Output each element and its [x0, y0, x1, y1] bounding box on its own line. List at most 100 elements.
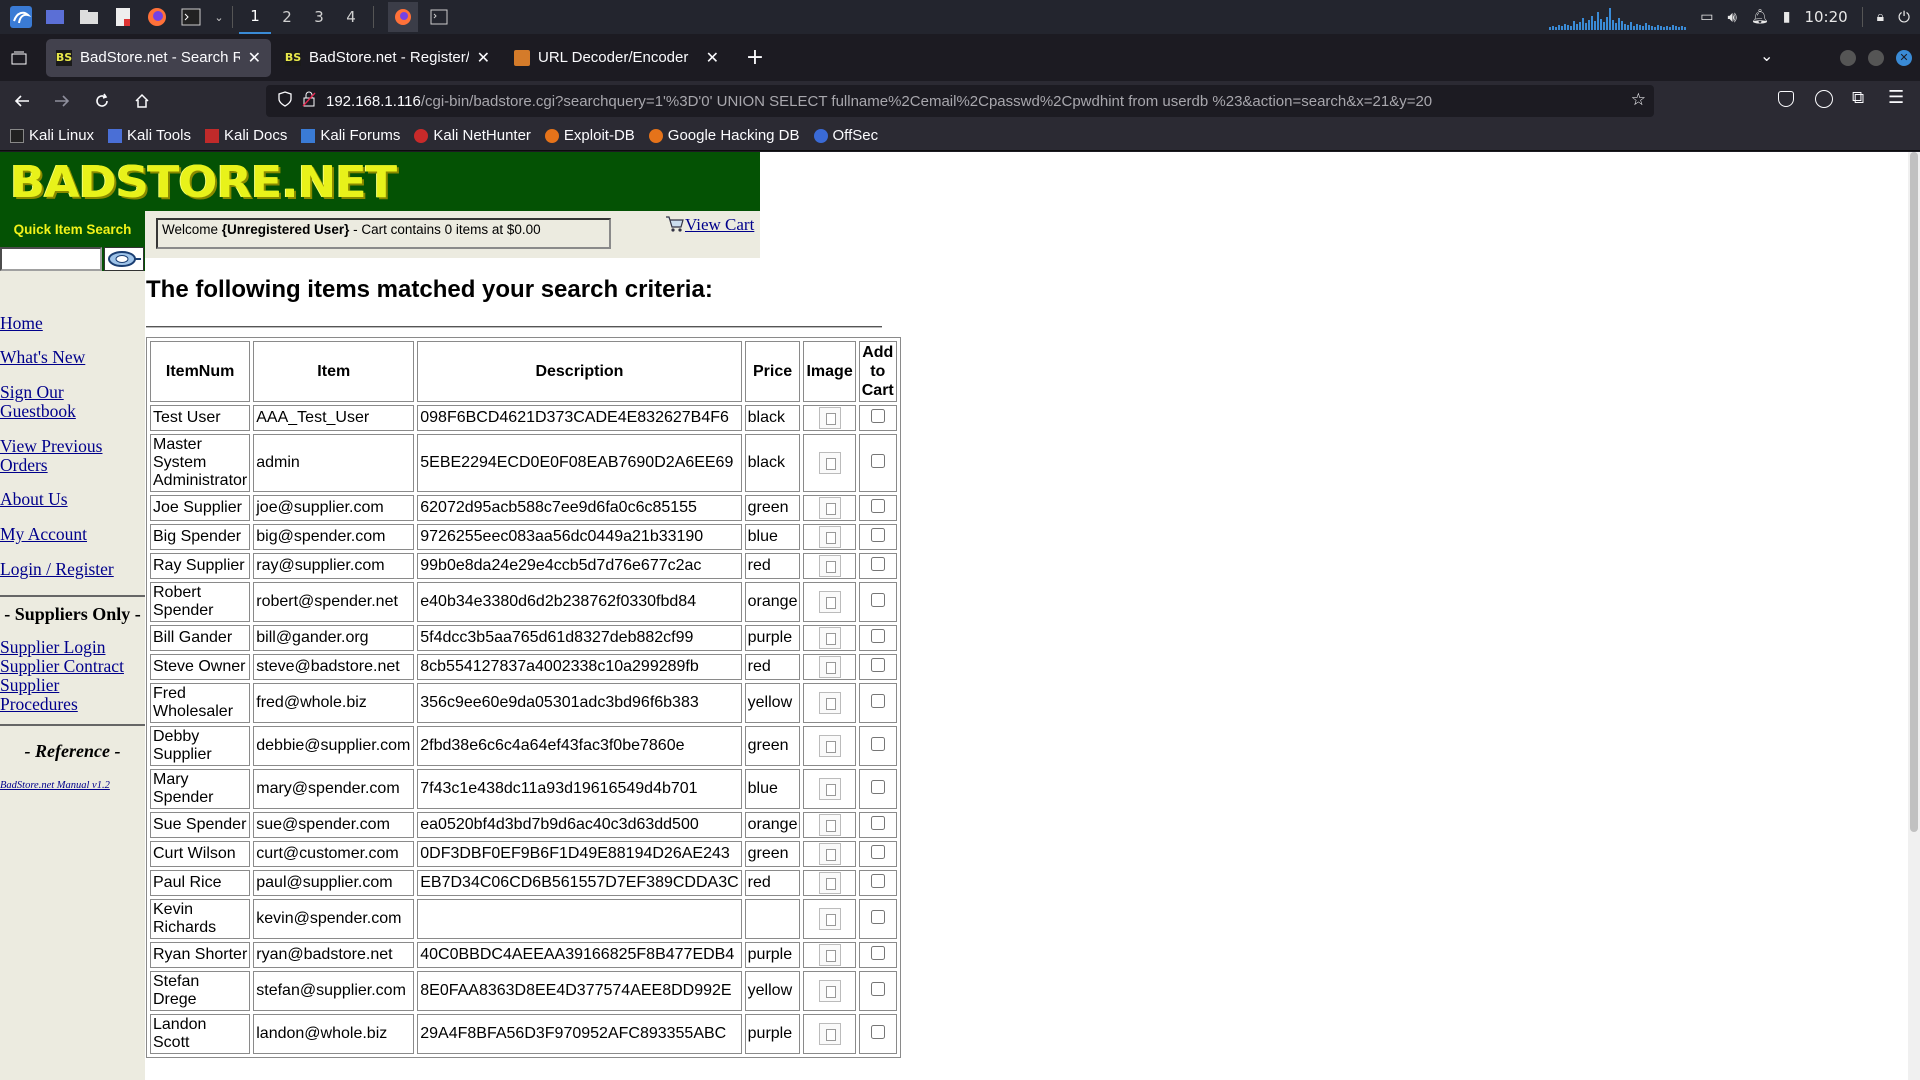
nav-whats-new[interactable]: What's New — [0, 348, 85, 367]
tab-search-results[interactable]: BS BadStore.net - Search Results ✕ — [46, 38, 271, 77]
close-window-button[interactable]: ✕ — [1896, 50, 1912, 66]
bookmark-star-icon[interactable]: ☆ — [1631, 90, 1646, 110]
search-input[interactable] — [0, 247, 102, 271]
scrollbar-thumb[interactable] — [1910, 152, 1918, 832]
pocket-icon[interactable] — [1778, 91, 1794, 107]
page-scrollbar[interactable] — [1908, 152, 1920, 1080]
add-to-cart-checkbox[interactable] — [870, 498, 885, 513]
workspace-3[interactable]: 3 — [303, 0, 335, 34]
nav-home[interactable]: Home — [0, 314, 43, 333]
reload-icon[interactable] — [84, 85, 120, 117]
firefox-window-icon[interactable] — [388, 2, 418, 32]
add-to-cart-checkbox[interactable] — [870, 945, 885, 960]
table-row: Big Spender big@spender.com 9726255eec083a… — [150, 524, 897, 550]
tab-url-decoder[interactable]: URL Decoder/Encoder ✕ — [504, 39, 729, 77]
volume-icon[interactable]: 🔊︎ — [1727, 8, 1736, 26]
cell-add-to-cart — [858, 553, 897, 579]
bookmark-kali-linux[interactable]: Kali Linux — [10, 127, 94, 144]
display-icon[interactable]: ▭ — [1700, 9, 1713, 25]
maximize-button[interactable] — [1868, 50, 1884, 66]
cell-item: joe@supplier.com — [253, 495, 415, 521]
insecure-lock-icon[interactable] — [302, 91, 316, 111]
terminal-window-icon[interactable] — [426, 4, 452, 30]
account-icon[interactable] — [1815, 90, 1833, 108]
bookmark-exploit-db[interactable]: Exploit-DB — [544, 127, 635, 144]
workspace-2[interactable]: 2 — [271, 0, 303, 34]
cell-image — [803, 582, 856, 622]
nav-about-us[interactable]: About Us — [0, 490, 68, 509]
minimize-button[interactable] — [1840, 50, 1856, 66]
add-to-cart-checkbox[interactable] — [870, 815, 885, 830]
nav-login-register[interactable]: Login / Register — [0, 560, 114, 579]
workspace-4[interactable]: 4 — [335, 0, 367, 34]
manual-link[interactable]: BadStore.net Manual v1.2 — [0, 776, 110, 795]
add-to-cart-checkbox[interactable] — [870, 657, 885, 672]
supplier-contract-link[interactable]: Supplier Contract — [0, 657, 124, 676]
terminal-launcher-icon[interactable] — [178, 4, 204, 30]
search-button[interactable] — [104, 247, 144, 271]
power-icon[interactable]: ⏻ — [1898, 8, 1910, 26]
battery-icon[interactable]: ▮ — [1783, 9, 1791, 25]
back-arrow-icon[interactable] — [4, 85, 40, 117]
lock-icon[interactable]: 🔒︎ — [1877, 9, 1884, 25]
text-editor-icon[interactable] — [110, 4, 136, 30]
clock[interactable]: 10:20 — [1804, 8, 1847, 26]
chevron-down-icon[interactable]: ⌄ — [212, 4, 226, 30]
nav-guestbook[interactable]: Sign Our Guestbook — [0, 383, 110, 421]
bookmark-kali-forums[interactable]: Kali Forums — [301, 127, 400, 144]
add-to-cart-checkbox[interactable] — [870, 736, 885, 751]
add-to-cart-checkbox[interactable] — [870, 408, 885, 423]
nav-previous-orders[interactable]: View Previous Orders — [0, 437, 130, 475]
add-to-cart-checkbox[interactable] — [870, 693, 885, 708]
add-to-cart-checkbox[interactable] — [870, 628, 885, 643]
extensions-icon[interactable]: ⧉ — [1852, 88, 1864, 108]
close-icon[interactable]: ✕ — [477, 48, 490, 67]
bookmark-kali-tools[interactable]: Kali Tools — [108, 127, 191, 144]
cell-itemnum: Joe Supplier — [150, 495, 251, 521]
forward-arrow-icon[interactable] — [44, 85, 80, 117]
cell-add-to-cart — [858, 769, 897, 809]
close-icon[interactable]: ✕ — [248, 48, 261, 67]
add-to-cart-checkbox[interactable] — [870, 453, 885, 468]
menu-icon[interactable]: ☰ — [1888, 87, 1904, 108]
add-to-cart-checkbox[interactable] — [870, 1024, 885, 1039]
add-to-cart-checkbox[interactable] — [870, 909, 885, 924]
add-to-cart-checkbox[interactable] — [870, 873, 885, 888]
new-tab-button[interactable]: + — [737, 45, 773, 70]
cell-add-to-cart — [858, 870, 897, 896]
table-row: Landon Scott landon@whole.biz 29A4F8BFA56D… — [150, 1014, 897, 1054]
url-text[interactable]: 192.168.1.116/cgi-bin/badstore.cgi?searc… — [326, 93, 1432, 110]
supplier-procedures-link[interactable]: Supplier Procedures — [0, 676, 100, 714]
bookmark-offsec[interactable]: OffSec — [813, 127, 878, 144]
add-to-cart-checkbox[interactable] — [870, 527, 885, 542]
kali-menu-icon[interactable] — [8, 4, 34, 30]
supplier-login-link[interactable]: Supplier Login — [0, 638, 105, 657]
add-to-cart-checkbox[interactable] — [870, 779, 885, 794]
tab-register-login[interactable]: BS BadStore.net - Register/Login ✕ — [275, 39, 500, 77]
shield-icon[interactable] — [278, 91, 292, 111]
add-to-cart-checkbox[interactable] — [870, 981, 885, 996]
add-to-cart-checkbox[interactable] — [870, 556, 885, 571]
view-cart-link[interactable]: View Cart — [665, 215, 755, 235]
nav-my-account[interactable]: My Account — [0, 525, 87, 544]
add-to-cart-checkbox[interactable] — [870, 844, 885, 859]
list-all-tabs-icon[interactable]: ⌄ — [1760, 46, 1773, 65]
cell-price: purple — [744, 625, 801, 651]
bookmark-google-hacking-db[interactable]: Google Hacking DB — [648, 127, 800, 144]
home-icon[interactable] — [124, 85, 160, 117]
notification-bell-icon[interactable]: 🔔︎ — [1751, 9, 1769, 25]
cell-add-to-cart — [858, 971, 897, 1011]
cell-description: 99b0e8da24e29e4ccb5d7d76e677c2ac — [417, 553, 742, 579]
firefox-launcher-icon[interactable] — [144, 4, 170, 30]
close-icon[interactable]: ✕ — [706, 48, 719, 67]
show-desktop-icon[interactable] — [42, 4, 68, 30]
bookmark-kali-nethunter[interactable]: Kali NetHunter — [414, 127, 531, 144]
kali-docs-icon — [204, 128, 219, 143]
file-manager-icon[interactable] — [76, 4, 102, 30]
bookmark-kali-docs[interactable]: Kali Docs — [204, 127, 287, 144]
welcome-bar: Welcome {Unregistered User} - Cart conta… — [145, 211, 760, 258]
workspace-1[interactable]: 1 — [239, 0, 271, 34]
address-bar[interactable]: 192.168.1.116/cgi-bin/badstore.cgi?searc… — [266, 85, 1654, 117]
add-to-cart-checkbox[interactable] — [870, 592, 885, 607]
tab-overview-icon[interactable] — [0, 51, 38, 65]
